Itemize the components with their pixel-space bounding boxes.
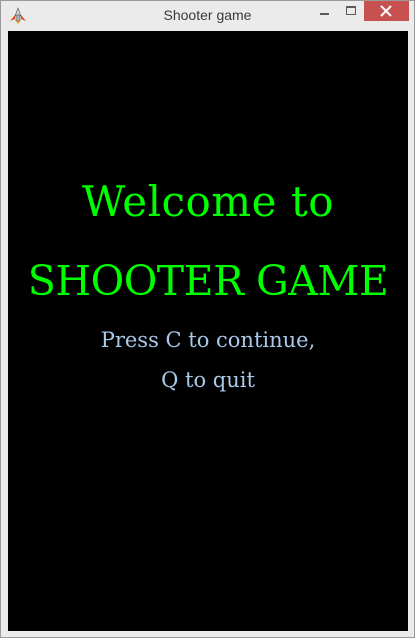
minimize-button[interactable] bbox=[311, 1, 337, 21]
game-window: Shooter game Welcome to SHOOTER GAME Pre… bbox=[0, 0, 415, 638]
game-canvas[interactable]: Welcome to SHOOTER GAME Press C to conti… bbox=[8, 31, 408, 631]
welcome-text: Welcome to bbox=[81, 177, 335, 226]
title-bar[interactable]: Shooter game bbox=[1, 1, 414, 31]
continue-prompt: Press C to continue, bbox=[100, 328, 316, 352]
game-title: SHOOTER GAME bbox=[27, 257, 389, 305]
close-icon bbox=[380, 5, 392, 17]
close-button[interactable] bbox=[364, 1, 409, 21]
quit-prompt: Q to quit bbox=[161, 368, 255, 392]
maximize-button[interactable] bbox=[338, 1, 364, 21]
